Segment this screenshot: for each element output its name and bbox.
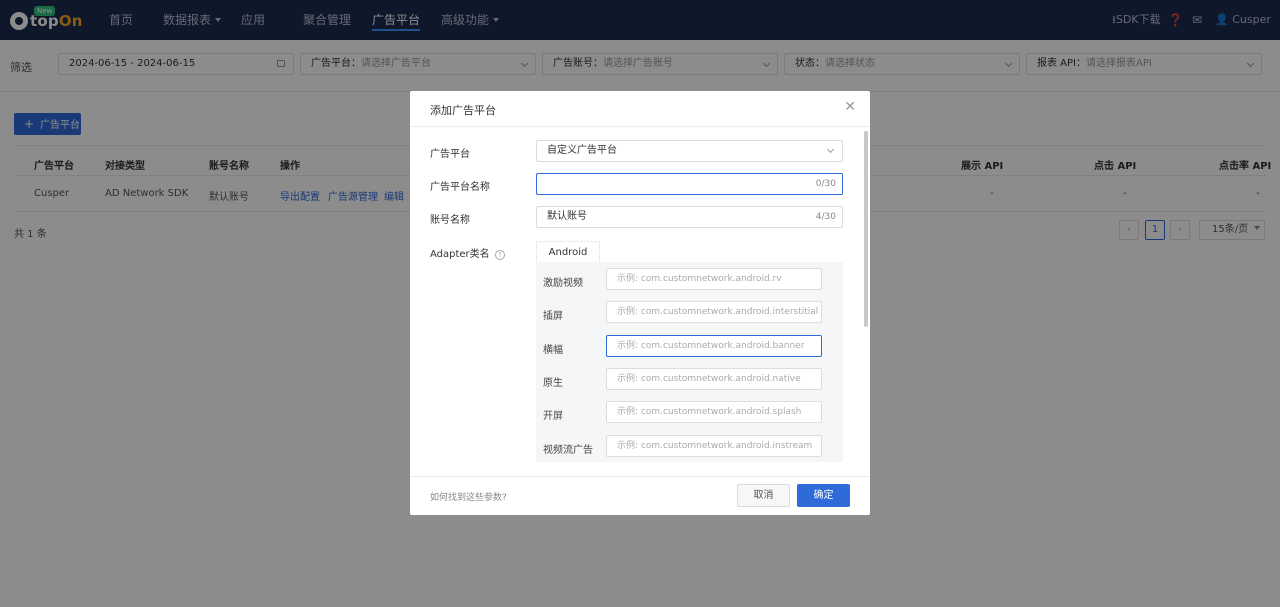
adapter-label-banner: 横幅: [543, 345, 563, 356]
platform-select[interactable]: 自定义广告平台: [536, 140, 843, 162]
platform-name-field-label: 广告平台名称: [430, 182, 490, 193]
account-name-field-label: 账号名称: [430, 215, 470, 226]
adapter-input-banner[interactable]: 示例: com.customnetwork.android.banner: [606, 335, 822, 357]
modal-header: 添加广告平台 ✕: [410, 91, 870, 127]
modal-scrollbar[interactable]: [864, 131, 868, 327]
adapter-input-native[interactable]: 示例: com.customnetwork.android.native: [606, 368, 822, 390]
modal-footer: 如何找到这些参数? 取消 确定: [410, 476, 870, 515]
adapter-label-native: 原生: [543, 378, 563, 389]
cancel-button[interactable]: 取消: [737, 484, 790, 507]
platform-name-input[interactable]: 0/30: [536, 173, 843, 195]
adapter-label-instream: 视频流广告: [543, 445, 593, 456]
confirm-button[interactable]: 确定: [797, 484, 850, 507]
adapter-input-instream[interactable]: 示例: com.customnetwork.android.instream: [606, 435, 822, 457]
adapter-label-interstitial: 插屏: [543, 311, 563, 322]
params-help-link[interactable]: 如何找到这些参数?: [430, 490, 507, 503]
account-name-input[interactable]: 默认账号 4/30: [536, 206, 843, 228]
adapter-label-splash: 开屏: [543, 411, 563, 422]
adapter-input-splash[interactable]: 示例: com.customnetwork.android.splash: [606, 401, 822, 423]
char-counter: 4/30: [815, 212, 836, 222]
add-ad-platform-modal: 添加广告平台 ✕ 广告平台 自定义广告平台 广告平台名称 0/30 账号名称 默…: [410, 91, 870, 515]
adapter-class-field-label: Adapter类名?: [430, 245, 505, 260]
adapter-input-rewarded-video[interactable]: 示例: com.customnetwork.android.rv: [606, 268, 822, 290]
modal-title: 添加广告平台: [430, 104, 496, 117]
modal-body: 广告平台 自定义广告平台 广告平台名称 0/30 账号名称 默认账号 4/30 A…: [410, 128, 870, 476]
close-icon[interactable]: ✕: [844, 99, 856, 115]
adapter-panel: 激励视频 示例: com.customnetwork.android.rv 插屏…: [536, 262, 843, 462]
char-counter: 0/30: [815, 179, 836, 189]
adapter-label-rewarded-video: 激励视频: [543, 278, 583, 289]
platform-field-label: 广告平台: [430, 149, 470, 160]
question-circle-icon[interactable]: ?: [494, 250, 505, 260]
adapter-input-interstitial[interactable]: 示例: com.customnetwork.android.interstiti…: [606, 301, 822, 323]
chevron-down-icon: [826, 145, 835, 154]
tab-android[interactable]: Android: [536, 241, 600, 263]
